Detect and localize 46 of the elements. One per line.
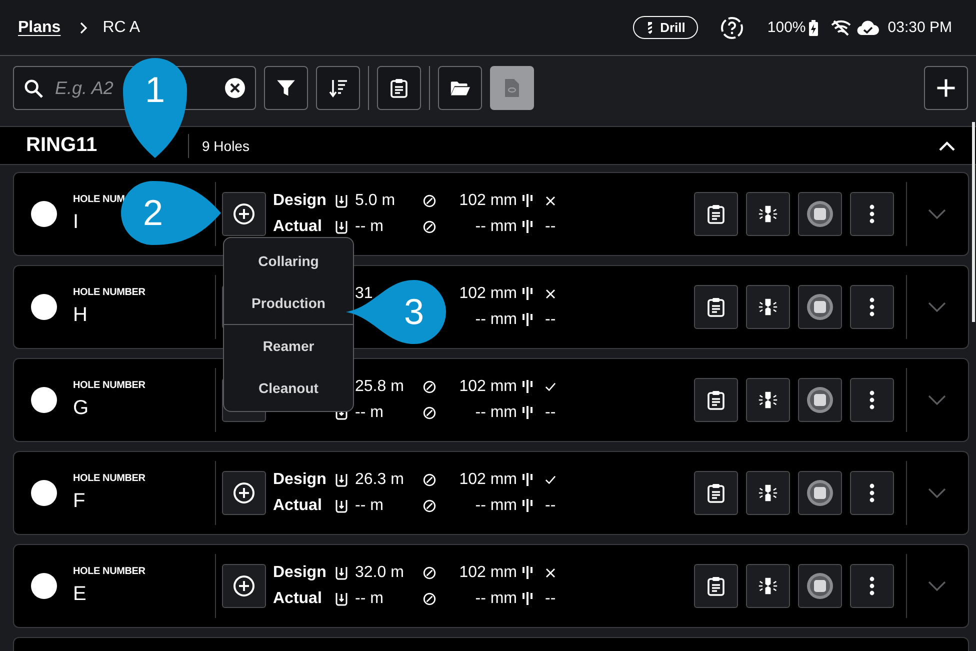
actual-label: Actual: [273, 217, 323, 237]
actual-label: Actual: [273, 589, 323, 609]
actual-bit: --: [545, 496, 557, 516]
design-depth: 26.3 m: [355, 470, 405, 490]
design-diameter: 102 mm: [458, 563, 517, 583]
design-diameter: 102 mm: [458, 470, 517, 490]
hole-number-label: HOLE NUMBER: [73, 473, 146, 484]
design-depth: 31: [355, 284, 374, 304]
hole-number-label: HOLE NUMBER: [73, 380, 146, 391]
actual-diameter: -- mm: [474, 403, 517, 423]
actual-depth: -- m: [355, 403, 384, 423]
clock-time: 03:30 PM: [888, 19, 952, 36]
actual-bit: --: [545, 589, 557, 609]
actual-diameter: -- mm: [474, 496, 517, 516]
design-depth: 32.0 m: [355, 563, 405, 583]
mode-badge: Drill: [633, 16, 698, 39]
hole-number: F: [73, 490, 86, 513]
battery-level: 100%: [767, 19, 806, 36]
hole-number: H: [73, 304, 88, 327]
actual-depth: -- m: [355, 589, 384, 609]
actual-depth: -- m: [355, 496, 384, 516]
design-diameter: 102 mm: [458, 191, 517, 211]
actual-diameter: -- mm: [474, 310, 517, 330]
actual-bit: --: [545, 310, 557, 330]
design-depth: 5.0 m: [355, 191, 396, 211]
actual-diameter: -- mm: [474, 589, 517, 609]
hole-number-label: HOLE NUMBER: [73, 566, 146, 577]
actual-label: Actual: [273, 496, 323, 516]
hole-number: E: [73, 583, 86, 606]
design-label: Design: [273, 470, 328, 490]
actual-bit: --: [545, 217, 557, 237]
design-depth: 25.8 m: [355, 377, 405, 397]
hole-number: G: [73, 397, 89, 420]
hole-number: I: [73, 211, 79, 234]
design-label: Design: [273, 563, 328, 583]
design-label: Design: [273, 191, 328, 211]
actual-diameter: -- mm: [474, 217, 517, 237]
breadcrumb-current: RC A: [102, 18, 140, 36]
actual-bit: --: [545, 403, 557, 423]
hole-number-label: HOLE NUMBER: [73, 287, 146, 298]
design-diameter: 102 mm: [458, 284, 517, 304]
hole-count: 9 Holes: [188, 134, 250, 158]
actual-depth: -- m: [355, 217, 384, 237]
ring-name: RING11: [26, 134, 98, 157]
hole-number-label: HOLE NUM: [73, 194, 126, 205]
design-diameter: 102 mm: [458, 377, 517, 397]
